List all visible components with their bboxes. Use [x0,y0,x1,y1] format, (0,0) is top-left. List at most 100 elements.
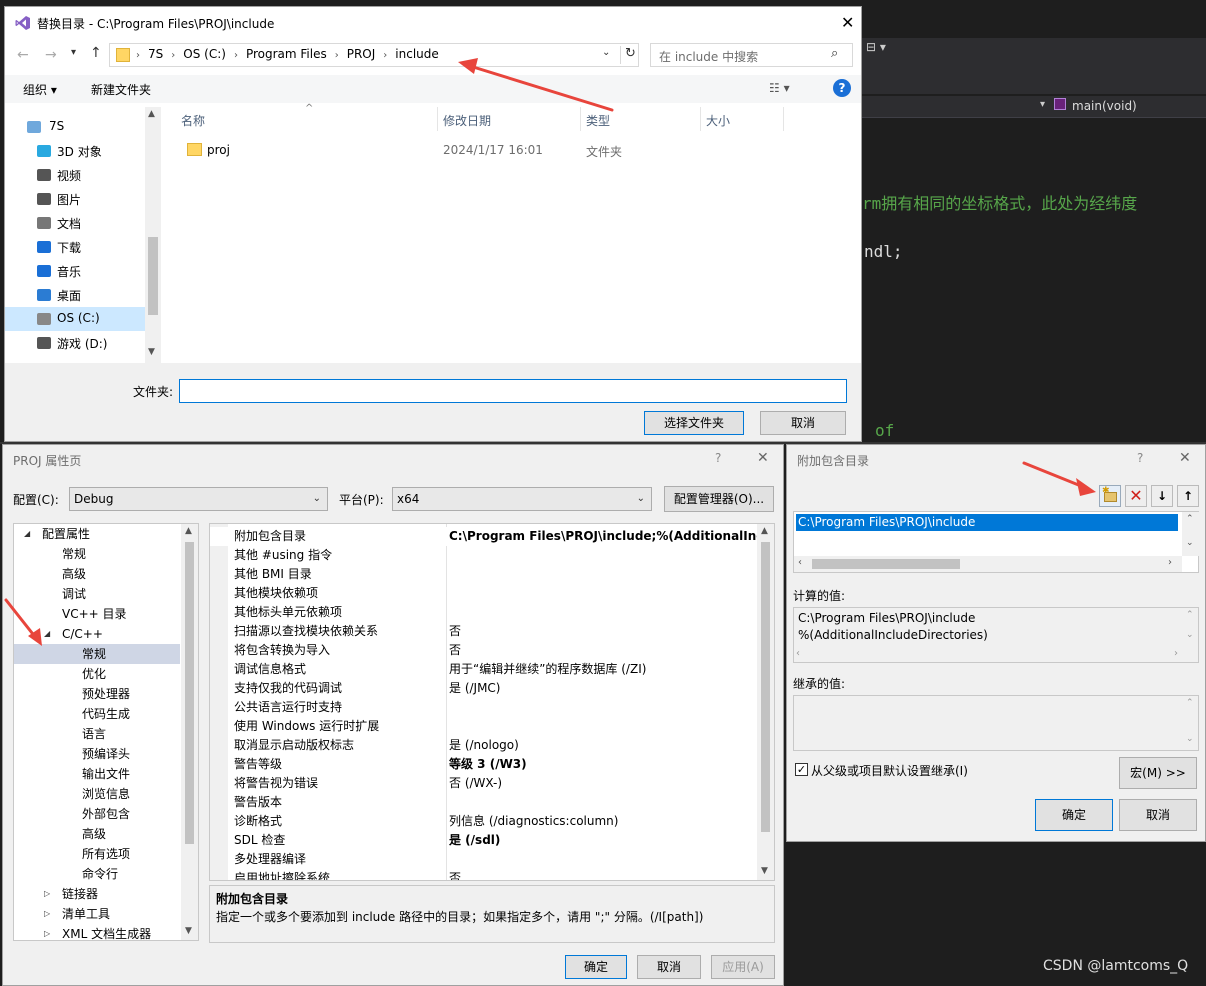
breadcrumb-item[interactable]: OS (C:) [183,47,226,61]
organize-button[interactable]: 组织 ▾ [23,81,57,98]
view-options-icon[interactable]: ☷ ▾ [769,81,790,95]
breadcrumb-item[interactable]: Program Files [246,47,327,61]
include-entry[interactable]: C:\Program Files\PROJ\include [796,514,1178,531]
breadcrumb-item[interactable]: 7S [148,47,163,61]
nav-item[interactable]: 桌面 [5,283,145,307]
property-row[interactable]: 其他 BMI 目录 [210,565,774,584]
property-row[interactable]: 附加包含目录 C:\Program Files\PROJ\include;%(Ad… [210,527,774,546]
search-icon[interactable]: ⌕ [831,46,838,61]
scroll-left-icon[interactable]: ‹ [796,648,800,659]
scroll-up-icon[interactable]: ▲ [185,526,192,536]
property-row[interactable]: 多处理器编译 [210,850,774,869]
nav-item[interactable]: 音乐 [5,259,145,283]
property-row[interactable]: 支持仅我的代码调试 是 (/JMC) [210,679,774,698]
expander-icon[interactable]: ◢ [44,624,50,644]
column-header[interactable]: 名称 [181,112,205,129]
macro-button[interactable]: 宏(M) >> [1119,757,1197,789]
scroll-up-icon[interactable]: ⌃ [1186,610,1194,620]
scroll-up-icon[interactable]: ⌃ [1186,514,1194,524]
scroll-up-icon[interactable]: ⌃ [1186,698,1194,708]
nav-item[interactable]: OS (C:) [5,307,145,331]
scroll-down-icon[interactable]: ⌄ [1186,630,1194,640]
platform-select[interactable]: x64 ⌄ [392,487,652,511]
property-value[interactable]: 否 [449,622,759,641]
tree-item[interactable]: 高级 [14,824,180,844]
new-line-button[interactable]: ✱ [1099,485,1121,507]
property-row[interactable]: 将警告视为错误 否 (/WX-) [210,774,774,793]
breadcrumb-separator-icon[interactable]: › [234,50,238,61]
tree-item[interactable]: 外部包含 [14,804,180,824]
tree-item[interactable]: 常规 [14,644,180,664]
close-icon[interactable]: ✕ [1179,450,1191,466]
up-arrow-icon[interactable]: ↑ [90,45,102,61]
config-manager-button[interactable]: 配置管理器(O)... [664,486,774,512]
tree-item[interactable]: VC++ 目录 [14,604,180,624]
property-row[interactable]: 诊断格式 列信息 (/diagnostics:column) [210,812,774,831]
column-divider[interactable] [700,107,701,131]
refresh-icon[interactable]: ↻ [625,46,636,61]
property-row[interactable]: 取消显示启动版权标志 是 (/nologo) [210,736,774,755]
nav-item[interactable]: 7S [5,115,145,139]
tree-item[interactable]: ▷ XML 文档生成器 [14,924,180,940]
property-row[interactable]: 其他标头单元依赖项 [210,603,774,622]
property-value[interactable]: 是 (/nologo) [449,736,759,755]
property-row[interactable]: SDL 检查 是 (/sdl) [210,831,774,850]
chevron-down-icon[interactable]: ▾ [1040,99,1045,110]
tree-item[interactable]: 预编译头 [14,744,180,764]
apply-button[interactable]: 应用(A) [711,955,775,979]
list-scrollbar[interactable]: ⌃ ⌄ [1182,512,1199,556]
tree-item[interactable]: ▷ 链接器 [14,884,180,904]
breadcrumb-separator-icon[interactable]: › [383,50,387,61]
property-value[interactable]: 等级 3 (/W3) [449,755,759,774]
nav-item[interactable]: 3D 对象 [5,139,145,163]
property-value[interactable]: 否 [449,869,759,880]
property-row[interactable]: 警告等级 等级 3 (/W3) [210,755,774,774]
scroll-thumb[interactable] [812,559,960,569]
property-value[interactable]: C:\Program Files\PROJ\include;%(Addition… [449,527,759,546]
list-hscrollbar[interactable]: ‹ › [794,556,1182,572]
scroll-thumb[interactable] [185,542,194,844]
file-row[interactable]: proj 2024/1/17 16:01 文件夹 [165,139,861,163]
property-row[interactable]: 公共语言运行时支持 [210,698,774,717]
tree-scrollbar[interactable]: ▲ ▼ [181,524,198,940]
breadcrumb-item[interactable]: PROJ [347,47,376,61]
property-row[interactable]: 启用地址擦除系统 否 [210,869,774,880]
address-bar[interactable]: › 7S › OS (C:) › Program Files › PROJ › include ⌄… [109,43,639,67]
tree-item[interactable]: 命令行 [14,864,180,884]
chevron-down-icon[interactable]: ▾ [71,47,76,58]
tree-item[interactable]: ◢ 配置属性 [14,524,180,544]
ok-button[interactable]: 确定 [1035,799,1113,831]
cancel-button[interactable]: 取消 [637,955,701,979]
scroll-thumb[interactable] [761,542,770,832]
forward-arrow-icon[interactable]: → [45,47,57,63]
scroll-left-icon[interactable]: ‹ [798,557,802,568]
property-row[interactable]: 其他模块依赖项 [210,584,774,603]
move-down-button[interactable]: ↓ [1151,485,1173,507]
property-row[interactable]: 将包含转换为导入 否 [210,641,774,660]
nav-item[interactable]: 视频 [5,163,145,187]
breadcrumb-separator-icon[interactable]: › [171,50,175,61]
tree-item[interactable]: 预处理器 [14,684,180,704]
ok-button[interactable]: 确定 [565,955,627,979]
scroll-right-icon[interactable]: › [1168,557,1172,568]
tree-item[interactable]: 优化 [14,664,180,684]
column-header[interactable]: 大小 [706,112,730,129]
scroll-right-icon[interactable]: › [1174,648,1178,659]
property-value[interactable]: 用于“编辑并继续”的程序数据库 (/ZI) [449,660,759,679]
property-row[interactable]: 使用 Windows 运行时扩展 [210,717,774,736]
expander-icon[interactable]: ▷ [44,904,50,924]
tree-item[interactable]: ▷ 清单工具 [14,904,180,924]
tree-item[interactable]: 常规 [14,544,180,564]
delete-line-button[interactable]: ✕ [1125,485,1147,507]
expander-icon[interactable]: ▷ [44,884,50,904]
scroll-down-icon[interactable]: ▼ [761,866,768,876]
tree-item[interactable]: 语言 [14,724,180,744]
cancel-button[interactable]: 取消 [760,411,846,435]
property-value[interactable]: 否 (/WX-) [449,774,759,793]
new-folder-button[interactable]: 新建文件夹 [91,81,151,98]
column-divider[interactable] [580,107,581,131]
function-selector[interactable]: main(void) [1072,99,1137,113]
nav-item[interactable]: 游戏 (D:) [5,331,145,355]
help-button[interactable]: ? [715,451,721,465]
breadcrumb-separator-icon[interactable]: › [335,50,339,61]
